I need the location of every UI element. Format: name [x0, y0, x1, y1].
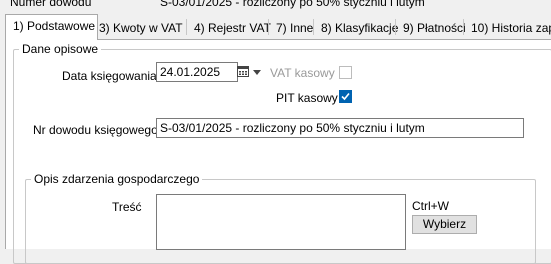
tab-vat-amounts[interactable]: 3) Kwoty w VAT	[91, 17, 186, 39]
shortcut-label: Ctrl+W	[412, 199, 449, 213]
content-textarea[interactable]	[156, 194, 406, 250]
document-number-input[interactable]: S-03/01/2025 - rozliczony po 50% styczni…	[156, 118, 524, 138]
pit-cash-checkbox[interactable]	[339, 90, 352, 103]
tab-history[interactable]: 10) Historia zapi	[463, 17, 551, 39]
vat-cash-checkbox[interactable]	[339, 66, 352, 79]
document-number-label: Nr dowodu księgowego	[33, 123, 158, 137]
choose-button[interactable]: Wybierz	[412, 215, 477, 234]
document-number-header-value: S-03/01/2025 - rozliczony po 50% styczni…	[160, 0, 425, 9]
content-label: Treść	[112, 200, 142, 214]
pit-cash-label: PIT kasowy	[276, 91, 338, 105]
booking-date-input[interactable]: 24.01.2025	[156, 62, 238, 82]
tab-classifications[interactable]: 8) Klasyfikacje	[313, 17, 402, 39]
header-strip: Numer dowodu S-03/01/2025 - rozliczony p…	[0, 0, 551, 11]
document-number-header-label: Numer dowodu	[10, 0, 92, 9]
tab-basic[interactable]: 1) Podstawowe	[5, 14, 98, 40]
business-event-group-title: Opis zdarzenia gospodarczego	[34, 172, 200, 186]
basic-data-group-title: Dane opisowe	[22, 42, 99, 56]
tab-payments[interactable]: 9) Płatności	[395, 17, 470, 39]
tab-vat-register[interactable]: 4) Rejestr VAT	[186, 17, 278, 39]
tab-panel-basic: Dane opisowe Data księgowania 24.01.2025…	[5, 39, 551, 264]
calendar-dropdown-icon[interactable]	[236, 65, 264, 79]
booking-date-label: Data księgowania	[62, 69, 157, 83]
vat-cash-label: VAT kasowy	[270, 66, 335, 80]
tab-bar: 1) Podstawowe 3) Kwoty w VAT 4) Rejestr …	[0, 13, 551, 40]
checkmark-icon	[341, 92, 350, 101]
